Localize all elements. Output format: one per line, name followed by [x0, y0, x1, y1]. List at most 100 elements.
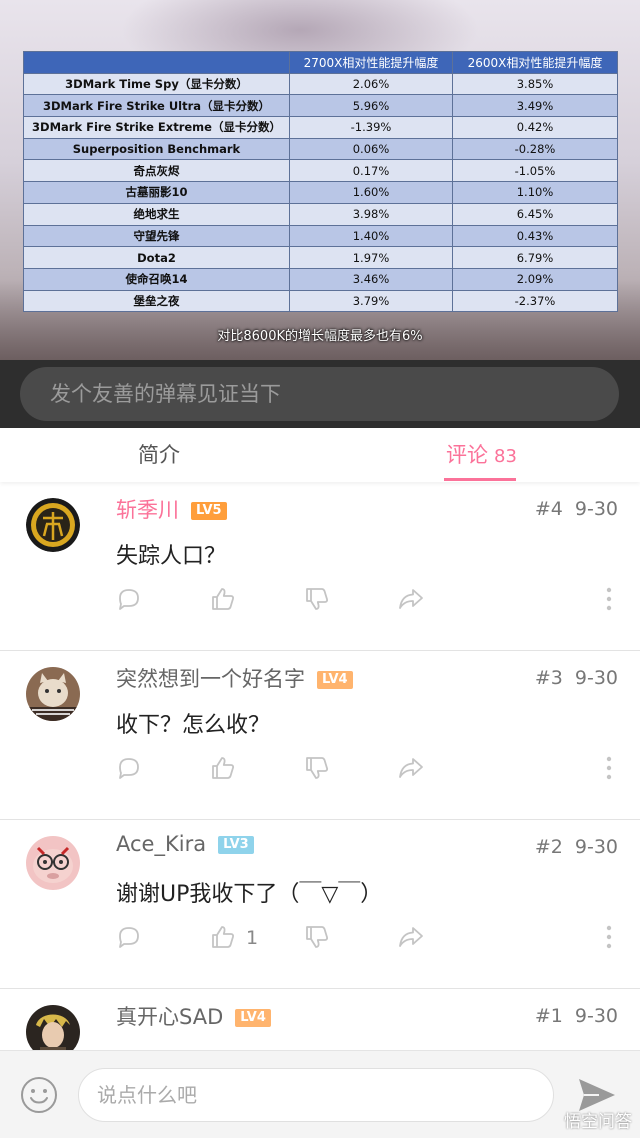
video-player[interactable]: 2700X相对性能提升幅度 2600X相对性能提升幅度 3DMark Time … [0, 0, 640, 360]
comment-actions: 1 [116, 924, 616, 954]
table-cell: Dota2 [23, 246, 290, 269]
tab-bar: 简介 评论 83 [0, 428, 640, 482]
share-icon[interactable] [398, 586, 424, 616]
avatar[interactable] [26, 1005, 80, 1050]
table-row: 3DMark Fire Strike Ultra（显卡分数） 5.96% 3.4… [23, 94, 618, 118]
table-cell: 守望先锋 [23, 224, 290, 248]
table-cell: 3DMark Fire Strike Extreme（显卡分数） [23, 116, 290, 139]
level-badge: LV3 [218, 836, 254, 854]
table-row: Dota2 1.97% 6.79% [23, 246, 618, 269]
table-cell: 1.60% [289, 181, 453, 204]
table-row: 守望先锋 1.40% 0.43% [23, 224, 618, 248]
table-cell: 3.79% [289, 289, 453, 313]
dislike-icon[interactable] [304, 586, 330, 616]
table-cell: 0.43% [452, 224, 618, 248]
comment-date: 9-30 [574, 836, 618, 858]
table-row: 3DMark Fire Strike Extreme（显卡分数） -1.39% … [23, 116, 618, 139]
username-text: 突然想到一个好名字 [116, 667, 305, 691]
comment-meta: #1 9-30 [535, 1005, 618, 1027]
tab-comments-label: 评论 [446, 443, 488, 467]
table-header-cell [23, 51, 290, 74]
table-cell: 使命召唤14 [23, 267, 290, 291]
username[interactable]: 斩季川 LV5 [116, 494, 227, 524]
comment-item: 斩季川 LV5 #4 9-30 失踪人口？ [0, 482, 640, 651]
reply-icon[interactable] [116, 586, 142, 616]
floor-number: #1 [534, 1005, 563, 1027]
table-row: 古墓丽影10 1.60% 1.10% [23, 181, 618, 204]
avatar[interactable] [26, 498, 80, 552]
table-row: 堡垒之夜 3.79% -2.37% [23, 289, 618, 313]
video-subtitle: 对比8600K的增长幅度最多也有6% [217, 329, 423, 344]
table-cell: 3.98% [289, 202, 453, 226]
comment-text: 收下？怎么收？ [116, 713, 271, 738]
table-cell: 1.10% [452, 181, 618, 204]
table-cell: 堡垒之夜 [23, 289, 290, 313]
table-cell: 绝地求生 [23, 202, 290, 226]
username[interactable]: 真开心SAD LV4 [116, 1001, 271, 1031]
username[interactable]: Ace_Kira LV3 [116, 832, 254, 856]
table-cell: 0.06% [289, 137, 453, 161]
app-root: 2700X相对性能提升幅度 2600X相对性能提升幅度 3DMark Time … [0, 0, 640, 1138]
username-text: 真开心SAD [116, 1005, 224, 1029]
avatar[interactable] [26, 667, 80, 721]
reply-icon[interactable] [116, 755, 142, 785]
benchmark-table: 2700X相对性能提升幅度 2600X相对性能提升幅度 3DMark Time … [23, 51, 618, 313]
avatar[interactable] [26, 836, 80, 890]
more-icon[interactable] [596, 755, 622, 785]
table-header-cell: 2600X相对性能提升幅度 [452, 51, 618, 74]
more-icon[interactable] [596, 586, 622, 616]
comment-input[interactable]: 说点什么吧 [78, 1068, 554, 1122]
table-row: 绝地求生 3.98% 6.45% [23, 202, 618, 226]
table-cell: 3.85% [452, 72, 618, 96]
share-icon[interactable] [398, 755, 424, 785]
table-cell: 2.06% [289, 72, 453, 96]
comment-item: 突然想到一个好名字 LV4 #3 9-30 收下？怎么收？ [0, 651, 640, 820]
floor-number: #3 [534, 667, 563, 689]
emoji-icon[interactable] [19, 1075, 59, 1115]
username[interactable]: 突然想到一个好名字 LV4 [116, 663, 353, 693]
table-header-row: 2700X相对性能提升幅度 2600X相对性能提升幅度 [23, 51, 618, 74]
table-cell: 5.96% [289, 94, 453, 118]
tab-intro[interactable]: 简介 [138, 428, 180, 482]
level-badge: LV4 [317, 671, 353, 689]
comments-count: 83 [494, 446, 517, 467]
table-cell: -1.05% [452, 159, 618, 183]
table-cell: -1.39% [289, 116, 453, 139]
like-icon[interactable]: 1 [210, 924, 258, 954]
comment-item: Ace_Kira LV3 #2 9-30 谢谢UP我收下了（￣▽￣） 1 [0, 820, 640, 989]
table-row: 3DMark Time Spy（显卡分数） 2.06% 3.85% [23, 72, 618, 96]
share-icon[interactable] [398, 924, 424, 954]
comment-list[interactable]: 斩季川 LV5 #4 9-30 失踪人口？ 突然想到一个好名字 LV4 #3 9… [0, 482, 640, 1050]
table-header-cell: 2700X相对性能提升幅度 [289, 51, 453, 74]
username-text: 斩季川 [116, 498, 179, 522]
comment-text: 失踪人口？ [116, 544, 227, 569]
table-row: 奇点灰烬 0.17% -1.05% [23, 159, 618, 183]
table-cell: 奇点灰烬 [23, 159, 290, 183]
comment-actions [116, 755, 616, 785]
table-cell: 1.97% [289, 246, 453, 269]
table-cell: -0.28% [452, 137, 618, 161]
table-cell: 0.17% [289, 159, 453, 183]
comment-date: 9-30 [574, 498, 618, 520]
tab-comments[interactable]: 评论 83 [446, 428, 517, 482]
danmaku-bar: 发个友善的弹幕见证当下 [0, 360, 640, 428]
floor-number: #4 [534, 498, 563, 520]
dislike-icon[interactable] [304, 924, 330, 954]
table-cell: 3.49% [452, 94, 618, 118]
more-icon[interactable] [596, 924, 622, 954]
danmaku-input[interactable]: 发个友善的弹幕见证当下 [20, 367, 619, 421]
table-cell: 3.46% [289, 267, 453, 291]
comment-date: 9-30 [574, 1005, 618, 1027]
like-icon[interactable] [210, 586, 236, 616]
comment-item: 真开心SAD LV4 #1 9-30 [0, 989, 640, 1050]
comment-meta: #2 9-30 [535, 836, 618, 858]
like-icon[interactable] [210, 755, 236, 785]
reply-icon[interactable] [116, 924, 142, 954]
table-row: Superposition Benchmark 0.06% -0.28% [23, 137, 618, 161]
table-cell: Superposition Benchmark [23, 137, 290, 161]
like-count: 1 [246, 927, 259, 949]
comment-compose-bar: 说点什么吧 悟空问答 [0, 1050, 640, 1138]
table-cell: 2.09% [452, 267, 618, 291]
dislike-icon[interactable] [304, 755, 330, 785]
table-cell: 0.42% [452, 116, 618, 139]
